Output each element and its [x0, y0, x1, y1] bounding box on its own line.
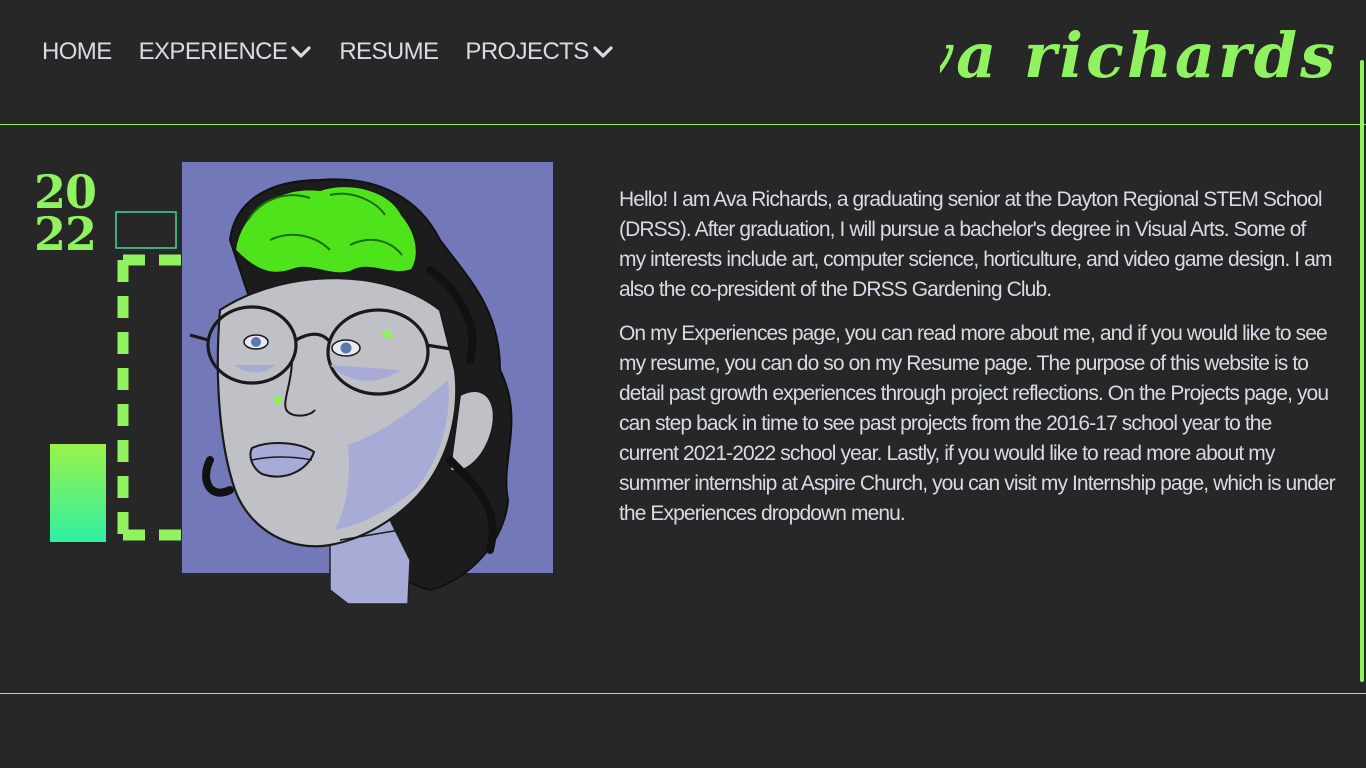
bio-paragraph-intro: Hello! I am Ava Richards, a graduating s… [619, 188, 1332, 301]
deco-box [115, 211, 177, 249]
year-bottom: 22 [34, 207, 96, 261]
nav-home[interactable]: HOME [42, 38, 112, 66]
chevron-down-icon [291, 46, 311, 58]
nav-resume[interactable]: RESUME [339, 38, 439, 66]
page: HOME EXPERIENCE RESUME PROJECTS ava rich… [0, 0, 1366, 768]
site-footer [0, 694, 1366, 768]
site-logo-text: ava richards [940, 22, 1338, 92]
site-logo[interactable]: ava richards [940, 22, 1340, 102]
nav-experience[interactable]: EXPERIENCE [139, 38, 313, 66]
nav-projects-label: PROJECTS [465, 38, 589, 65]
main-content: 20 22 Hello! I am Ava Richards, a gradua… [0, 125, 1366, 694]
bio-section: Hello! I am Ava Richards, a graduating s… [619, 185, 1336, 543]
deco-gradient-bar [50, 444, 106, 542]
chevron-down-icon [593, 46, 613, 58]
nav-experience-label: EXPERIENCE [138, 38, 288, 65]
hero-illustration: 20 22 [34, 162, 553, 605]
nav-resume-label: RESUME [339, 38, 439, 65]
bio-paragraph-navigation: On my Experiences page, you can read mor… [619, 322, 1336, 525]
nav-home-label: HOME [42, 38, 112, 65]
site-header: HOME EXPERIENCE RESUME PROJECTS ava rich… [0, 0, 1366, 125]
main-nav: HOME EXPERIENCE RESUME PROJECTS [42, 38, 641, 66]
nav-projects[interactable]: PROJECTS [465, 38, 613, 66]
